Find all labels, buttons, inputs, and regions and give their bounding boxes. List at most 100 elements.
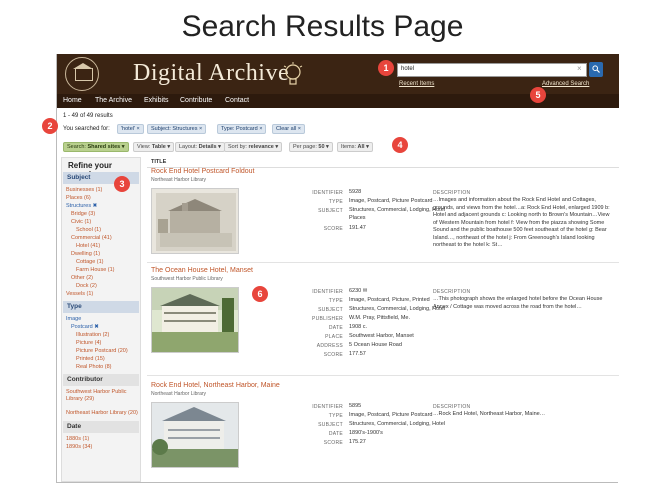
layout-select[interactable]: Layout: Details ▾ <box>175 142 225 152</box>
nav-home[interactable]: Home <box>63 97 82 104</box>
description-label: Description <box>433 404 471 410</box>
facet-item[interactable]: Farm House (1) <box>76 267 115 273</box>
facet-item[interactable]: Bridge (3) <box>71 211 95 217</box>
column-header-title[interactable]: Title <box>147 157 619 168</box>
clear-all-filters[interactable]: Clear all × <box>272 124 305 134</box>
clear-search-icon[interactable]: × <box>577 64 582 73</box>
control-label: Layout: <box>179 144 198 150</box>
field-key: Identifier <box>312 404 343 410</box>
per-page-select[interactable]: Per page: 50 ▾ <box>289 142 333 152</box>
facet-contributor-header[interactable]: Contributor <box>63 374 139 386</box>
nav-the-archive[interactable]: The Archive <box>95 97 132 104</box>
control-value: 50 ▾ <box>318 144 329 150</box>
facet-item[interactable]: Southwest Harbor Public Library (29) <box>66 389 138 403</box>
result-row: Rock End Hotel, Northeast Harbor, Maine … <box>147 382 619 482</box>
facet-item[interactable]: Businesses (1) <box>66 187 102 193</box>
control-value: relevance ▾ <box>248 144 279 150</box>
facet-item[interactable]: 1880s (1) <box>66 436 89 442</box>
facet-item[interactable]: Northeast Harbor Library (20) <box>66 410 138 416</box>
site-brand[interactable]: Digital Archive <box>133 60 289 87</box>
field-value: 5 Ocean House Road <box>349 342 402 348</box>
field-value: 1890's-1900's <box>349 430 383 436</box>
facet-item[interactable]: Image <box>66 316 81 322</box>
control-value: All ▾ <box>357 144 369 150</box>
control-value: Shared sites ▾ <box>87 144 125 150</box>
result-source: Northeast Harbor Library <box>151 177 207 183</box>
facet-item[interactable]: Real Photo (8) <box>76 364 111 370</box>
column-title-label: Title <box>151 159 167 165</box>
callout-badge: 2 <box>42 118 58 134</box>
result-thumbnail[interactable] <box>151 402 239 468</box>
facet-item[interactable]: Vessels (1) <box>66 291 93 297</box>
filter-chip-query[interactable]: 'hotel' × <box>117 124 144 134</box>
field-key: Identifier <box>312 289 343 295</box>
field-key: Type <box>328 413 343 419</box>
field-key: Type <box>328 298 343 304</box>
search-scope-select[interactable]: Search: Shared sites ▾ <box>63 142 129 152</box>
result-title-link[interactable]: Rock End Hotel Postcard Foldout <box>151 168 255 175</box>
facet-item[interactable]: Other (2) <box>71 275 93 281</box>
facet-item[interactable]: Illustration (2) <box>76 332 109 338</box>
facet-item[interactable]: Civic (1) <box>71 219 91 225</box>
recent-items-link[interactable]: Recent Items <box>399 81 434 87</box>
field-value: W.M. Pray, Pittsfield, Me. <box>349 315 411 321</box>
result-title-link[interactable]: The Ocean House Hotel, Manset <box>151 267 253 274</box>
facet-item[interactable]: School (1) <box>76 227 101 233</box>
filter-chip-subject[interactable]: Subject: Structures × <box>147 124 207 134</box>
hotel-photo-image <box>152 403 238 467</box>
field-key: Date <box>328 325 343 331</box>
nav-contribute[interactable]: Contribute <box>180 97 212 104</box>
result-thumbnail[interactable] <box>151 287 239 353</box>
result-title-link[interactable]: Rock End Hotel, Northeast Harbor, Maine <box>151 382 280 389</box>
filter-chip-type[interactable]: Type: Postcard × <box>217 124 267 134</box>
nav-exhibits[interactable]: Exhibits <box>144 97 169 104</box>
facet-item[interactable]: Printed (15) <box>76 356 105 362</box>
nav-contact[interactable]: Contact <box>225 97 249 104</box>
control-label: Items: <box>341 144 356 150</box>
control-label: Search: <box>67 144 86 150</box>
field-value: 177.57 <box>349 351 366 357</box>
control-label: Per page: <box>293 144 317 150</box>
search-input[interactable]: hotel <box>397 63 587 77</box>
facet-item[interactable]: Cottage (1) <box>76 259 104 265</box>
facet-type-header[interactable]: Type <box>63 301 139 313</box>
result-row: Rock End Hotel Postcard Foldout Northeas… <box>147 168 619 263</box>
facet-item[interactable]: Hotel (41) <box>76 243 100 249</box>
items-select[interactable]: Items: All ▾ <box>337 142 373 152</box>
field-key: Subject <box>318 422 343 428</box>
facet-item[interactable]: Picture (4) <box>76 340 101 346</box>
field-value: Structures, Commercial, Lodging, Hotel <box>349 421 445 427</box>
hotel-photo-image <box>152 189 238 253</box>
archive-seal-logo[interactable] <box>65 57 99 91</box>
facet-item[interactable]: 1890s (34) <box>66 444 92 450</box>
search-button[interactable] <box>589 62 603 77</box>
callout-badge: 3 <box>114 176 130 192</box>
description-label: Description <box>433 289 471 295</box>
facet-item[interactable]: Picture Postcard (20) <box>76 348 128 354</box>
field-key: Date <box>328 431 343 437</box>
lightbulb-icon <box>283 62 303 85</box>
result-description: …This photograph shows the enlarged hote… <box>433 296 603 310</box>
control-value: Table ▾ <box>151 144 171 150</box>
facet-date-header[interactable]: Date <box>63 421 139 433</box>
field-key: Place <box>325 334 343 340</box>
searched-for-label: You searched for: <box>63 126 110 132</box>
facet-item[interactable]: Places (6) <box>66 195 91 201</box>
result-description: …Images and information about the Rock E… <box>433 197 610 248</box>
result-thumbnail[interactable] <box>151 188 239 254</box>
control-value: Details ▾ <box>198 144 221 150</box>
view-select[interactable]: View: Table ▾ <box>133 142 175 152</box>
sort-select[interactable]: Sort by: relevance ▾ <box>224 142 283 152</box>
field-key: Score <box>323 226 343 232</box>
facet-item-selected[interactable]: Postcard ✖ <box>71 324 99 330</box>
facet-item[interactable]: Dock (2) <box>76 283 97 289</box>
facet-item[interactable]: Commercial (41) <box>71 235 112 241</box>
advanced-search-link[interactable]: Advanced Search <box>542 81 589 87</box>
result-source: Northeast Harbor Library <box>151 391 207 397</box>
result-source: Southwest Harbor Public Library <box>151 276 223 282</box>
facet-item[interactable]: Dwelling (1) <box>71 251 100 257</box>
results-count: 1 - 49 of 49 results <box>63 113 113 119</box>
field-value: 1908 c. <box>349 324 368 330</box>
callout-badge: 1 <box>378 60 394 76</box>
facet-item-selected[interactable]: Structures ✖ <box>66 203 97 209</box>
